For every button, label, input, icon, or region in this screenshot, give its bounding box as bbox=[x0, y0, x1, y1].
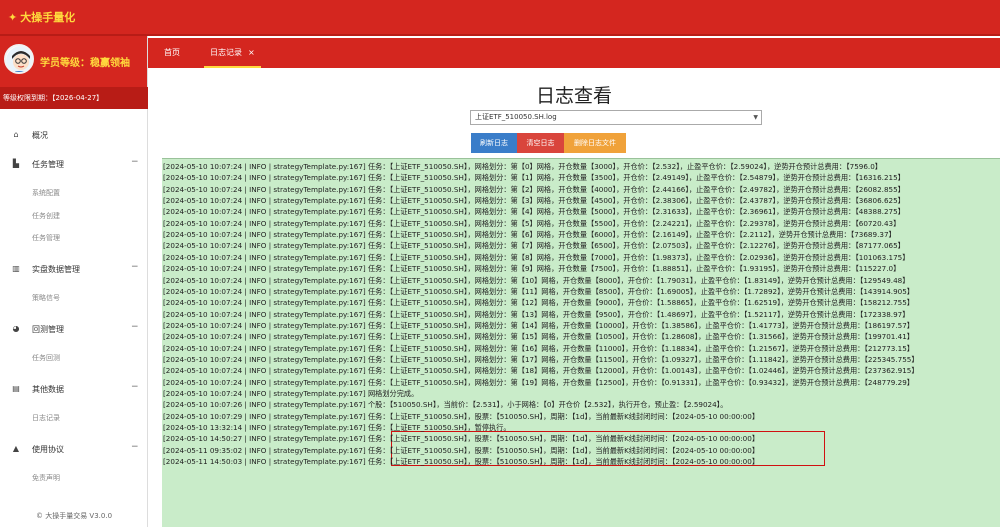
collapse-icon[interactable]: − bbox=[131, 442, 139, 452]
submenu-strategy-signal[interactable]: 策略信号 bbox=[32, 293, 60, 303]
collapse-icon[interactable]: − bbox=[131, 157, 139, 167]
log-line: [2024-05-10 10:07:24 | INFO | strategyTe… bbox=[163, 389, 419, 398]
select-value: 上证ETF_510050.SH.log bbox=[475, 113, 557, 121]
log-line: [2024-05-11 14:50:03 | INFO | strategyTe… bbox=[163, 457, 760, 467]
sidebar: 学员等级：稳赢领袖 等级权限到期：【2026-04-27】 ⌂ 概况 ▙ 任务管… bbox=[0, 36, 148, 527]
menu-item-agreement[interactable]: ▲ 使用协议 − bbox=[0, 442, 148, 457]
menu-label: 其他数据 bbox=[32, 385, 64, 394]
document-icon: ▤ bbox=[12, 384, 20, 393]
clear-log-button[interactable]: 清空日志 bbox=[517, 133, 564, 153]
page-title: 日志查看 bbox=[535, 85, 612, 107]
log-line: [2024-05-10 13:32:14 | INFO | strategyTe… bbox=[163, 423, 511, 433]
delete-log-file-button[interactable]: 删除日志文件 bbox=[564, 133, 626, 153]
menu-item-other-data[interactable]: ▤ 其他数据 − bbox=[0, 382, 148, 397]
tab-label: 首页 bbox=[164, 48, 180, 57]
pie-chart-icon: ◕ bbox=[12, 324, 20, 333]
submenu-log-record[interactable]: 日志记录 bbox=[32, 413, 60, 423]
avatar[interactable] bbox=[4, 44, 34, 74]
menu-item-realtime-data[interactable]: ▥ 实盘数据管理 − bbox=[0, 262, 148, 277]
app-logo[interactable]: ✦ 大操手量化 bbox=[8, 9, 75, 25]
menu-label: 实盘数据管理 bbox=[32, 265, 80, 274]
log-line: [2024-05-10 10:07:24 | INFO | strategyTe… bbox=[163, 377, 914, 387]
log-line: [2024-05-10 10:07:26 | INFO | strategyTe… bbox=[163, 400, 728, 410]
collapse-icon[interactable]: − bbox=[131, 262, 139, 272]
log-line: [2024-05-10 10:07:24 | INFO | strategyTe… bbox=[163, 320, 914, 330]
log-line: [2024-05-10 10:07:24 | INFO | strategyTe… bbox=[163, 343, 914, 353]
tab-log-record[interactable]: 日志记录 × bbox=[204, 38, 261, 68]
warning-icon: ▲ bbox=[12, 444, 20, 453]
menu-label: 任务管理 bbox=[32, 160, 64, 169]
logo-icon: ✦ bbox=[8, 10, 18, 24]
log-line: [2024-05-10 10:07:24 | INFO | strategyTe… bbox=[163, 354, 919, 364]
menu-label: 回测管理 bbox=[32, 325, 64, 334]
chevron-down-icon: ▼ bbox=[753, 114, 758, 121]
menu-label: 概况 bbox=[32, 131, 48, 140]
submenu-disclaimer[interactable]: 免责声明 bbox=[32, 473, 60, 483]
tab-home[interactable]: 首页 bbox=[158, 38, 186, 68]
log-line: [2024-05-10 10:07:24 | INFO | strategyTe… bbox=[163, 184, 905, 194]
log-line: [2024-05-10 10:07:29 | INFO | strategyTe… bbox=[163, 411, 760, 421]
collapse-icon[interactable]: − bbox=[131, 322, 139, 332]
log-line: [2024-05-10 10:07:24 | INFO | strategyTe… bbox=[163, 275, 910, 285]
log-viewer[interactable]: [2024-05-10 10:07:24 | INFO | strategyTe… bbox=[162, 158, 1000, 527]
log-line: [2024-05-11 09:35:02 | INFO | strategyTe… bbox=[163, 445, 760, 455]
avatar-icon bbox=[6, 46, 32, 72]
tab-label: 日志记录 bbox=[210, 48, 242, 57]
submenu-task-backtest[interactable]: 任务回测 bbox=[32, 353, 60, 363]
bar-chart-icon: ▥ bbox=[12, 264, 20, 273]
main-content: 日志查看 上证ETF_510050.SH.log ▼ 刷新日志 清空日志 删除日… bbox=[148, 68, 1000, 527]
refresh-log-button[interactable]: 刷新日志 bbox=[471, 133, 517, 153]
submenu-sys-config[interactable]: 系统配置 bbox=[32, 188, 60, 198]
log-line: [2024-05-10 10:07:24 | INFO | strategyTe… bbox=[163, 173, 905, 183]
close-icon[interactable]: × bbox=[248, 48, 255, 57]
top-bar: ✦ 大操手量化 bbox=[0, 0, 1000, 36]
menu-item-overview[interactable]: ⌂ 概况 bbox=[0, 129, 148, 143]
log-line: [2024-05-10 10:07:24 | INFO | strategyTe… bbox=[163, 309, 910, 319]
chart-icon: ▙ bbox=[12, 159, 20, 168]
version-footer: © 大操手量交易 V3.0.0 bbox=[35, 512, 113, 520]
log-line: [2024-05-10 10:07:24 | INFO | strategyTe… bbox=[163, 298, 914, 308]
collapse-icon[interactable]: − bbox=[131, 382, 139, 392]
profile-panel: 学员等级：稳赢领袖 等级权限到期：【2026-04-27】 bbox=[0, 36, 148, 109]
tab-bar: 首页 日志记录 × bbox=[148, 38, 1000, 68]
log-line: [2024-05-10 10:07:24 | INFO | strategyTe… bbox=[163, 264, 901, 274]
submenu-task-create[interactable]: 任务创建 bbox=[32, 211, 60, 221]
member-rank: 学员等级：稳赢领袖 bbox=[40, 58, 130, 69]
log-line: [2024-05-10 10:07:24 | INFO | strategyTe… bbox=[163, 286, 914, 296]
log-file-select[interactable]: 上证ETF_510050.SH.log ▼ bbox=[470, 110, 762, 125]
submenu-task-manage[interactable]: 任务管理 bbox=[32, 233, 60, 243]
menu-item-task-mgmt[interactable]: ▙ 任务管理 − bbox=[0, 157, 148, 172]
log-line: [2024-05-10 10:07:24 | INFO | strategyTe… bbox=[163, 252, 910, 262]
log-line: [2024-05-10 10:07:24 | INFO | strategyTe… bbox=[163, 196, 905, 206]
log-line: [2024-05-10 14:50:27 | INFO | strategyTe… bbox=[163, 434, 760, 444]
member-expiry: 等级权限到期：【2026-04-27】 bbox=[0, 87, 148, 109]
log-line: [2024-05-10 10:07:24 | INFO | strategyTe… bbox=[163, 230, 896, 240]
log-line: [2024-05-10 10:07:24 | INFO | strategyTe… bbox=[163, 162, 882, 171]
app-name: 大操手量化 bbox=[20, 11, 76, 24]
home-icon: ⌂ bbox=[13, 130, 19, 139]
log-line: [2024-05-10 10:07:24 | INFO | strategyTe… bbox=[163, 218, 901, 228]
log-line: [2024-05-10 10:07:24 | INFO | strategyTe… bbox=[163, 207, 905, 217]
log-line: [2024-05-10 10:07:24 | INFO | strategyTe… bbox=[163, 366, 919, 376]
menu-item-backtest[interactable]: ◕ 回测管理 − bbox=[0, 322, 148, 337]
log-line: [2024-05-10 10:07:24 | INFO | strategyTe… bbox=[163, 332, 914, 342]
menu-label: 使用协议 bbox=[32, 445, 64, 454]
log-line: [2024-05-10 10:07:24 | INFO | strategyTe… bbox=[163, 241, 905, 251]
